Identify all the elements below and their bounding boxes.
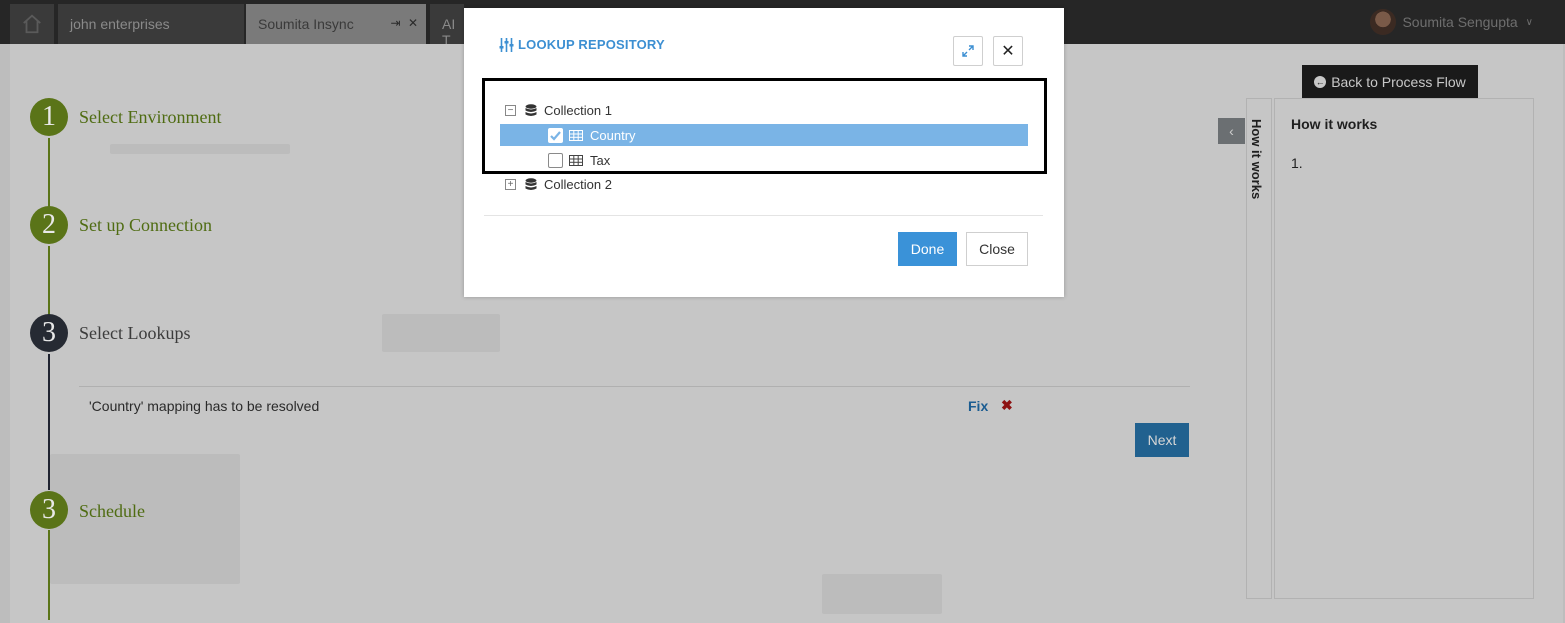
how-it-works-item: 1. [1291,155,1303,171]
arrow-left-circle-icon: ← [1314,75,1327,88]
avatar [1370,9,1397,35]
database-icon [525,177,537,191]
checkmark-icon [550,130,561,141]
close-button[interactable]: Close [966,232,1028,266]
step-connector [48,530,50,620]
tree-node-collection-1[interactable]: − Collection 1 [505,99,612,121]
tree-node-label: Collection 2 [544,176,612,192]
tree-node-collection-2[interactable]: + Collection 2 [505,173,612,195]
how-it-works-tab[interactable]: How it works [1246,98,1272,599]
expand-icon [962,45,974,57]
close-tab-icon[interactable]: ✕ [408,16,418,30]
close-dialog-button[interactable]: ✕ [993,36,1023,66]
ghost-button [382,314,500,352]
chevron-down-icon: ∨ [1525,16,1533,28]
tab-ai[interactable]: AI T [430,4,464,48]
done-button[interactable]: Done [898,232,957,266]
how-it-works-panel: How it works 1. [1274,98,1534,599]
step-3-label[interactable]: Select Lookups [79,323,190,344]
step-2-number: 2 [30,206,68,244]
how-it-works-title: How it works [1291,116,1378,132]
step-connector [48,246,50,316]
step-1-number: 1 [30,98,68,136]
tree-node-label: Country [590,127,636,143]
divider [79,386,1190,387]
user-name: Soumita Sengupta [1402,14,1518,30]
step-4-number: 3 [30,491,68,529]
step-2-label[interactable]: Set up Connection [79,215,212,236]
tab-soumita-insync[interactable]: Soumita Insync ⇥ ✕ [246,4,426,44]
checkbox-tax[interactable] [548,152,563,168]
chevron-left-icon[interactable]: ‹ [1218,118,1245,144]
collapse-toggle-icon[interactable]: − [505,104,516,116]
expand-toggle-icon[interactable]: + [505,178,516,190]
step-connector [48,354,50,490]
collection-tree: − Collection 1 Country Tax [482,78,1047,174]
back-to-process-flow-button[interactable]: ← Back to Process Flow [1302,65,1478,98]
how-it-works-tab-label: How it works [1249,119,1264,200]
maximize-button[interactable] [953,36,983,66]
tree-node-label: Collection 1 [544,102,612,118]
dialog-title-text: LOOKUP REPOSITORY [518,37,665,52]
lookup-status-message: 'Country' mapping has to be resolved [89,398,320,414]
ghost-text [110,144,290,154]
step-4-label[interactable]: Schedule [79,501,145,522]
tree-node-tax[interactable]: Tax [548,149,610,171]
step-connector [48,138,50,208]
dialog-divider [484,215,1043,216]
user-menu[interactable]: Soumita Sengupta ∨ [1370,9,1533,35]
home-icon [23,14,41,34]
remove-icon[interactable]: ✖ [1001,397,1013,414]
back-button-label: Back to Process Flow [1331,73,1466,90]
step-1-label[interactable]: Select Environment [79,107,221,128]
sliders-icon [499,37,514,52]
database-icon [525,103,537,117]
close-icon: ✕ [1001,43,1015,60]
tab-label: john enterprises [70,16,170,32]
home-button[interactable] [10,4,54,44]
table-icon [569,129,583,141]
next-button[interactable]: Next [1135,423,1189,457]
pin-icon[interactable]: ⇥ [391,16,401,30]
ghost-button [822,574,942,614]
table-icon [569,154,583,166]
step-3-number: 3 [30,314,68,352]
checkbox-country[interactable] [548,127,563,143]
tree-node-country[interactable]: Country [500,124,1028,146]
dialog-title: LOOKUP REPOSITORY [499,37,665,52]
fix-link[interactable]: Fix [968,398,988,414]
lookup-repository-dialog: LOOKUP REPOSITORY ✕ − Collection 1 Count… [464,8,1064,297]
tab-john-enterprises[interactable]: john enterprises [58,4,244,44]
tree-node-label: Tax [590,152,611,168]
tab-label: Soumita Insync [258,16,354,32]
